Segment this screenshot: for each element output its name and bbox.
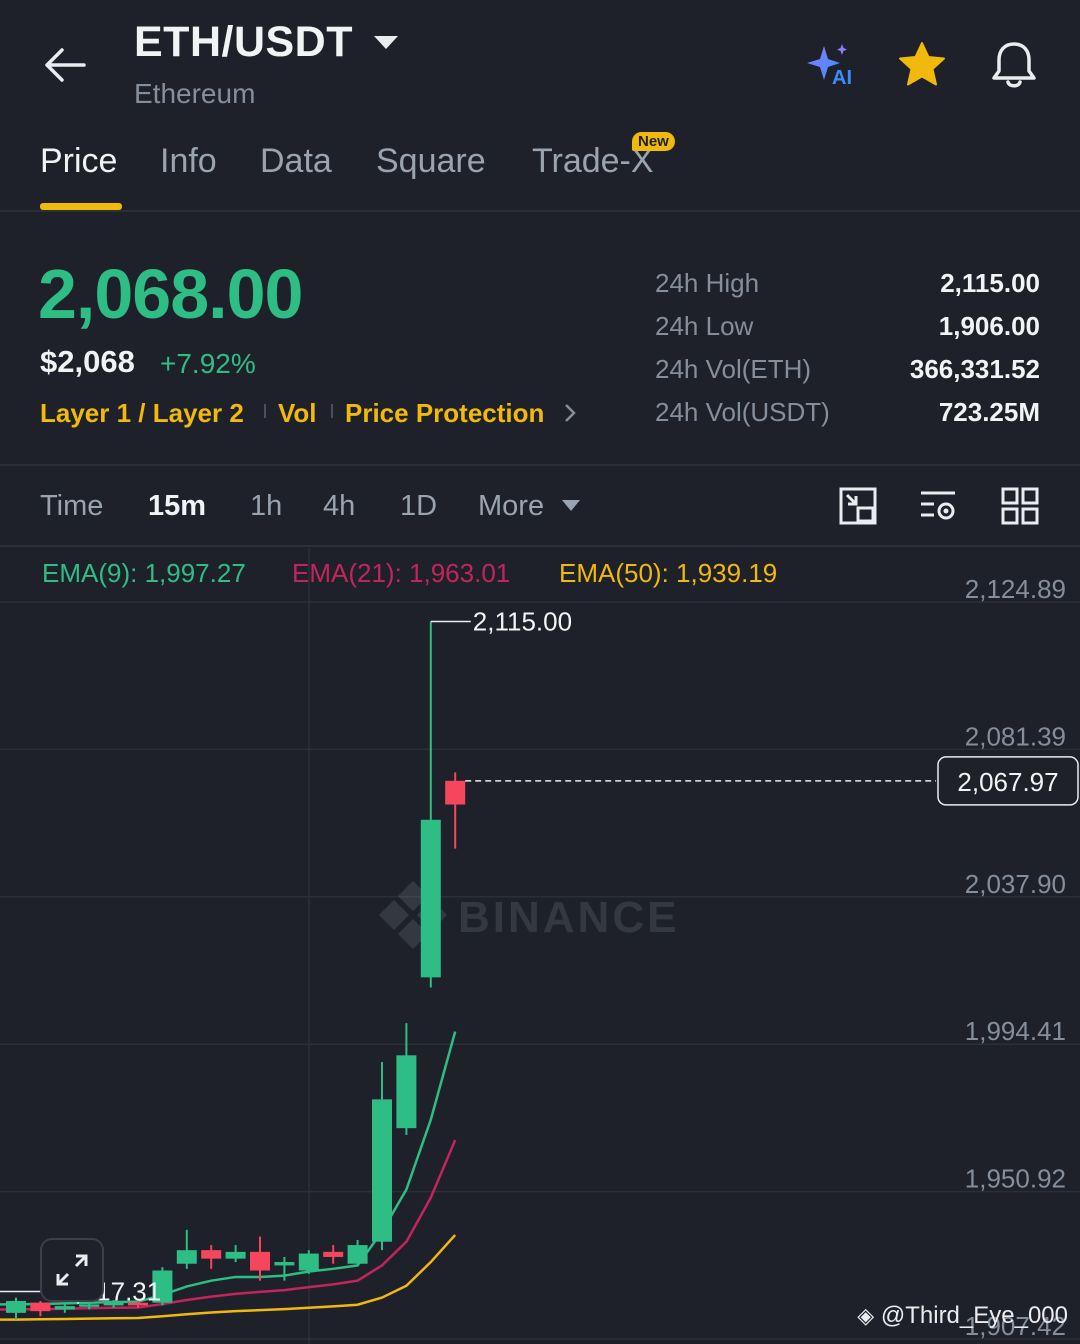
interval-time[interactable]: Time [40,490,103,523]
favorite-star-icon[interactable] [896,40,948,90]
interval-1h[interactable]: 1h [250,490,282,523]
layout-grid-icon[interactable] [1000,486,1040,526]
stat-label-low: 24h Low [655,311,754,341]
indicator-settings-icon[interactable] [918,486,958,526]
pair-title[interactable]: ETH/USDT [134,18,353,67]
ai-sparkle-icon[interactable]: AI [804,40,856,88]
candle-body [201,1250,222,1259]
price-change-percent: +7.92% [160,348,256,379]
y-tick-label: 2,124.89 [965,574,1066,604]
candle-body [30,1302,51,1312]
stat-label-high: 24h High [655,268,760,298]
tag-price-protection[interactable]: Price Protection [345,398,544,429]
candle-body [372,1099,392,1242]
candle-body [274,1262,295,1266]
tag-separator [264,404,266,418]
interval-more[interactable]: More [478,490,544,523]
candle-body [6,1301,26,1313]
price-markers: 2,115.001,917.312,067.97 [0,607,1079,1306]
more-caret-icon[interactable] [562,500,580,511]
candle-body [445,780,466,805]
tab-info[interactable]: Info [160,142,217,181]
pair-dropdown-caret-icon[interactable] [374,36,398,49]
interval-15m[interactable]: 15m [148,490,206,523]
stat-value-low: 1,906.00 [938,311,1040,341]
y-axis: 2,124.89 2,081.39 2,037.90 1,994.41 1,950.92… [965,574,1066,1341]
tag-vol[interactable]: Vol [278,398,317,429]
candle-body [176,1250,197,1264]
interval-divider [0,545,1080,547]
tabs-divider [0,210,1080,212]
y-tick-label: 1,950.92 [965,1164,1066,1194]
chart-fullscreen-icon[interactable] [838,486,878,526]
tab-square[interactable]: Square [376,142,486,181]
svg-text:AI: AI [832,67,852,88]
tab-price[interactable]: Price [40,142,117,181]
interval-4h[interactable]: 4h [323,490,355,523]
watermark-text: @Third_Eye_000 [880,1302,1068,1329]
stat-value-high: 2,115.00 [940,268,1040,298]
pair-subtitle: Ethereum [134,78,256,109]
tab-data[interactable]: Data [260,142,332,181]
svg-text:BINANCE: BINANCE [458,893,679,942]
back-arrow-icon[interactable] [40,40,90,90]
candles [6,621,466,1320]
stat-label-vol-eth: 24h Vol(ETH) [655,354,812,384]
expand-chart-button[interactable] [40,1238,104,1302]
expand-arrows-icon [56,1254,88,1286]
last-price-label: 2,067.97 [957,767,1058,797]
stat-label-vol-usdt: 24h Vol(USDT) [655,397,830,427]
candle-body [225,1251,246,1259]
candle-body [298,1253,319,1271]
candlestick-chart[interactable]: BINANCE 2,115.001,917.312,067.97 2,124.8… [0,548,1080,1344]
new-badge: New [632,132,675,151]
y-tick-label: 2,037.90 [965,869,1066,899]
candle-body [54,1306,75,1310]
usd-price: $2,068 [40,344,135,379]
active-tab-indicator [40,203,122,210]
author-watermark: ◈ @Third_Eye_000 [857,1302,1068,1330]
candle-body [347,1245,368,1264]
bell-alert-icon[interactable] [988,38,1040,92]
candle-body [250,1251,270,1271]
watermark-logo-icon: ◈ [857,1303,875,1328]
y-tick-label: 2,081.39 [965,721,1066,751]
candle-body [396,1055,417,1129]
stat-value-vol-eth: 366,331.52 [909,354,1040,384]
tag-layer[interactable]: Layer 1 / Layer 2 [40,398,244,429]
chevron-right-icon[interactable] [562,402,578,424]
high-marker-label: 2,115.00 [473,607,572,637]
section-divider [0,464,1080,466]
candle-body [420,819,441,978]
stat-value-vol-usdt: 723.25M [938,397,1040,427]
interval-1d[interactable]: 1D [400,490,437,523]
candle-body [323,1251,344,1257]
tag-separator [331,404,333,418]
chart-grid [0,548,1080,1344]
last-price: 2,068.00 [38,255,303,333]
y-tick-label: 1,994.41 [965,1016,1066,1046]
